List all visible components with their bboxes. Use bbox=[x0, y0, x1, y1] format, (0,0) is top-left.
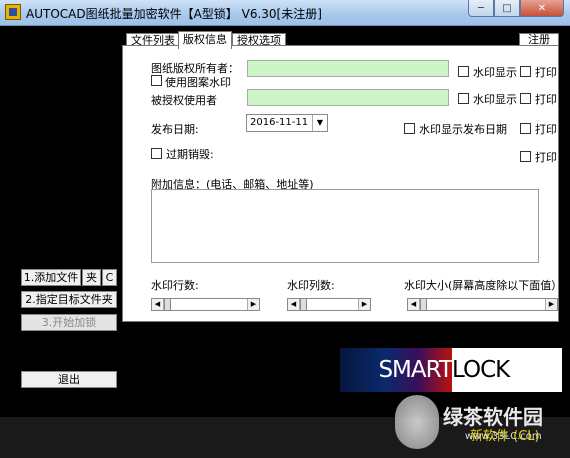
cols-label: 水印列数: bbox=[287, 279, 335, 292]
expire-print-label: 打印 bbox=[535, 151, 557, 164]
maximize-button[interactable]: □ bbox=[494, 0, 520, 17]
use-pattern-label: 使用图案水印 bbox=[165, 76, 231, 89]
scroll-right-icon[interactable]: ▶ bbox=[358, 299, 370, 310]
licensee-input[interactable] bbox=[247, 89, 449, 106]
licensee-print-checkbox[interactable] bbox=[520, 93, 531, 104]
licensee-watermark-label: 水印显示 bbox=[473, 93, 517, 106]
scroll-left-icon[interactable]: ◀ bbox=[408, 299, 420, 310]
scroll-right-icon[interactable]: ▶ bbox=[545, 299, 557, 310]
use-pattern-checkbox[interactable] bbox=[151, 75, 162, 86]
scroll-right-icon[interactable]: ▶ bbox=[247, 299, 259, 310]
expire-print-checkbox[interactable] bbox=[520, 151, 531, 162]
exit-button[interactable]: 退出 bbox=[21, 371, 117, 388]
title-bar: AUTOCAD图纸批量加密软件【A型锁】 V6.30[未注册] ─ □ ✕ bbox=[0, 0, 570, 26]
expire-checkbox[interactable] bbox=[151, 148, 162, 159]
rows-label: 水印行数: bbox=[151, 279, 199, 292]
cols-slider[interactable]: ◀ ▶ bbox=[287, 298, 371, 311]
minimize-button[interactable]: ─ bbox=[468, 0, 494, 17]
licensee-print-label: 打印 bbox=[535, 93, 557, 106]
smartlock-logo: SMART LOCK bbox=[340, 348, 562, 392]
owner-print-label: 打印 bbox=[535, 66, 557, 79]
owner-input[interactable] bbox=[247, 60, 449, 77]
target-folder-button[interactable]: 2.指定目标文件夹 bbox=[21, 291, 117, 308]
dropdown-arrow-icon[interactable]: ▼ bbox=[312, 115, 327, 131]
size-slider[interactable]: ◀ ▶ bbox=[407, 298, 558, 311]
date-picker[interactable]: 2016-11-11 ▼ bbox=[246, 114, 328, 132]
scroll-left-icon[interactable]: ◀ bbox=[288, 299, 300, 310]
slider-thumb[interactable] bbox=[420, 299, 427, 310]
owner-watermark-checkbox[interactable] bbox=[458, 66, 469, 77]
close-button[interactable]: ✕ bbox=[520, 0, 564, 17]
add-file-button[interactable]: 1.添加文件 bbox=[21, 269, 81, 286]
app-icon bbox=[5, 4, 21, 20]
rows-slider[interactable]: ◀ ▶ bbox=[151, 298, 260, 311]
owner-watermark-label: 水印显示 bbox=[473, 66, 517, 79]
slider-thumb[interactable] bbox=[164, 299, 171, 310]
licensee-watermark-checkbox[interactable] bbox=[458, 93, 469, 104]
scroll-left-icon[interactable]: ◀ bbox=[152, 299, 164, 310]
add-folder-button[interactable]: 夹 bbox=[82, 269, 101, 286]
logo-text-part2: LOCK bbox=[452, 357, 510, 383]
expire-label: 过期销毁: bbox=[166, 148, 214, 161]
date-value: 2016-11-11 bbox=[250, 117, 309, 128]
size-label: 水印大小(屏幕高度除以下面值）: bbox=[404, 279, 566, 292]
start-encrypt-button[interactable]: 3.开始加锁 bbox=[21, 314, 117, 331]
watermark-date-checkbox[interactable] bbox=[404, 123, 415, 134]
watermark-date-label: 水印显示发布日期 bbox=[419, 123, 507, 136]
app-window: AUTOCAD图纸批量加密软件【A型锁】 V6.30[未注册] ─ □ ✕ 文件… bbox=[0, 0, 570, 458]
date-print-label: 打印 bbox=[535, 123, 557, 136]
extra-info-textarea[interactable] bbox=[151, 189, 539, 263]
logo-text-part1: SMART bbox=[378, 357, 453, 383]
tab-copyright-info[interactable]: 版权信息 bbox=[178, 31, 232, 49]
window-title: AUTOCAD图纸批量加密软件【A型锁】 V6.30[未注册] bbox=[26, 7, 322, 21]
status-text: 新软件 (CL) bbox=[470, 429, 540, 444]
date-print-checkbox[interactable] bbox=[520, 123, 531, 134]
c-button[interactable]: C bbox=[102, 269, 117, 286]
date-label: 发布日期: bbox=[151, 123, 199, 136]
owner-print-checkbox[interactable] bbox=[520, 66, 531, 77]
slider-thumb[interactable] bbox=[300, 299, 307, 310]
licensee-label: 被授权使用者 bbox=[151, 94, 217, 107]
